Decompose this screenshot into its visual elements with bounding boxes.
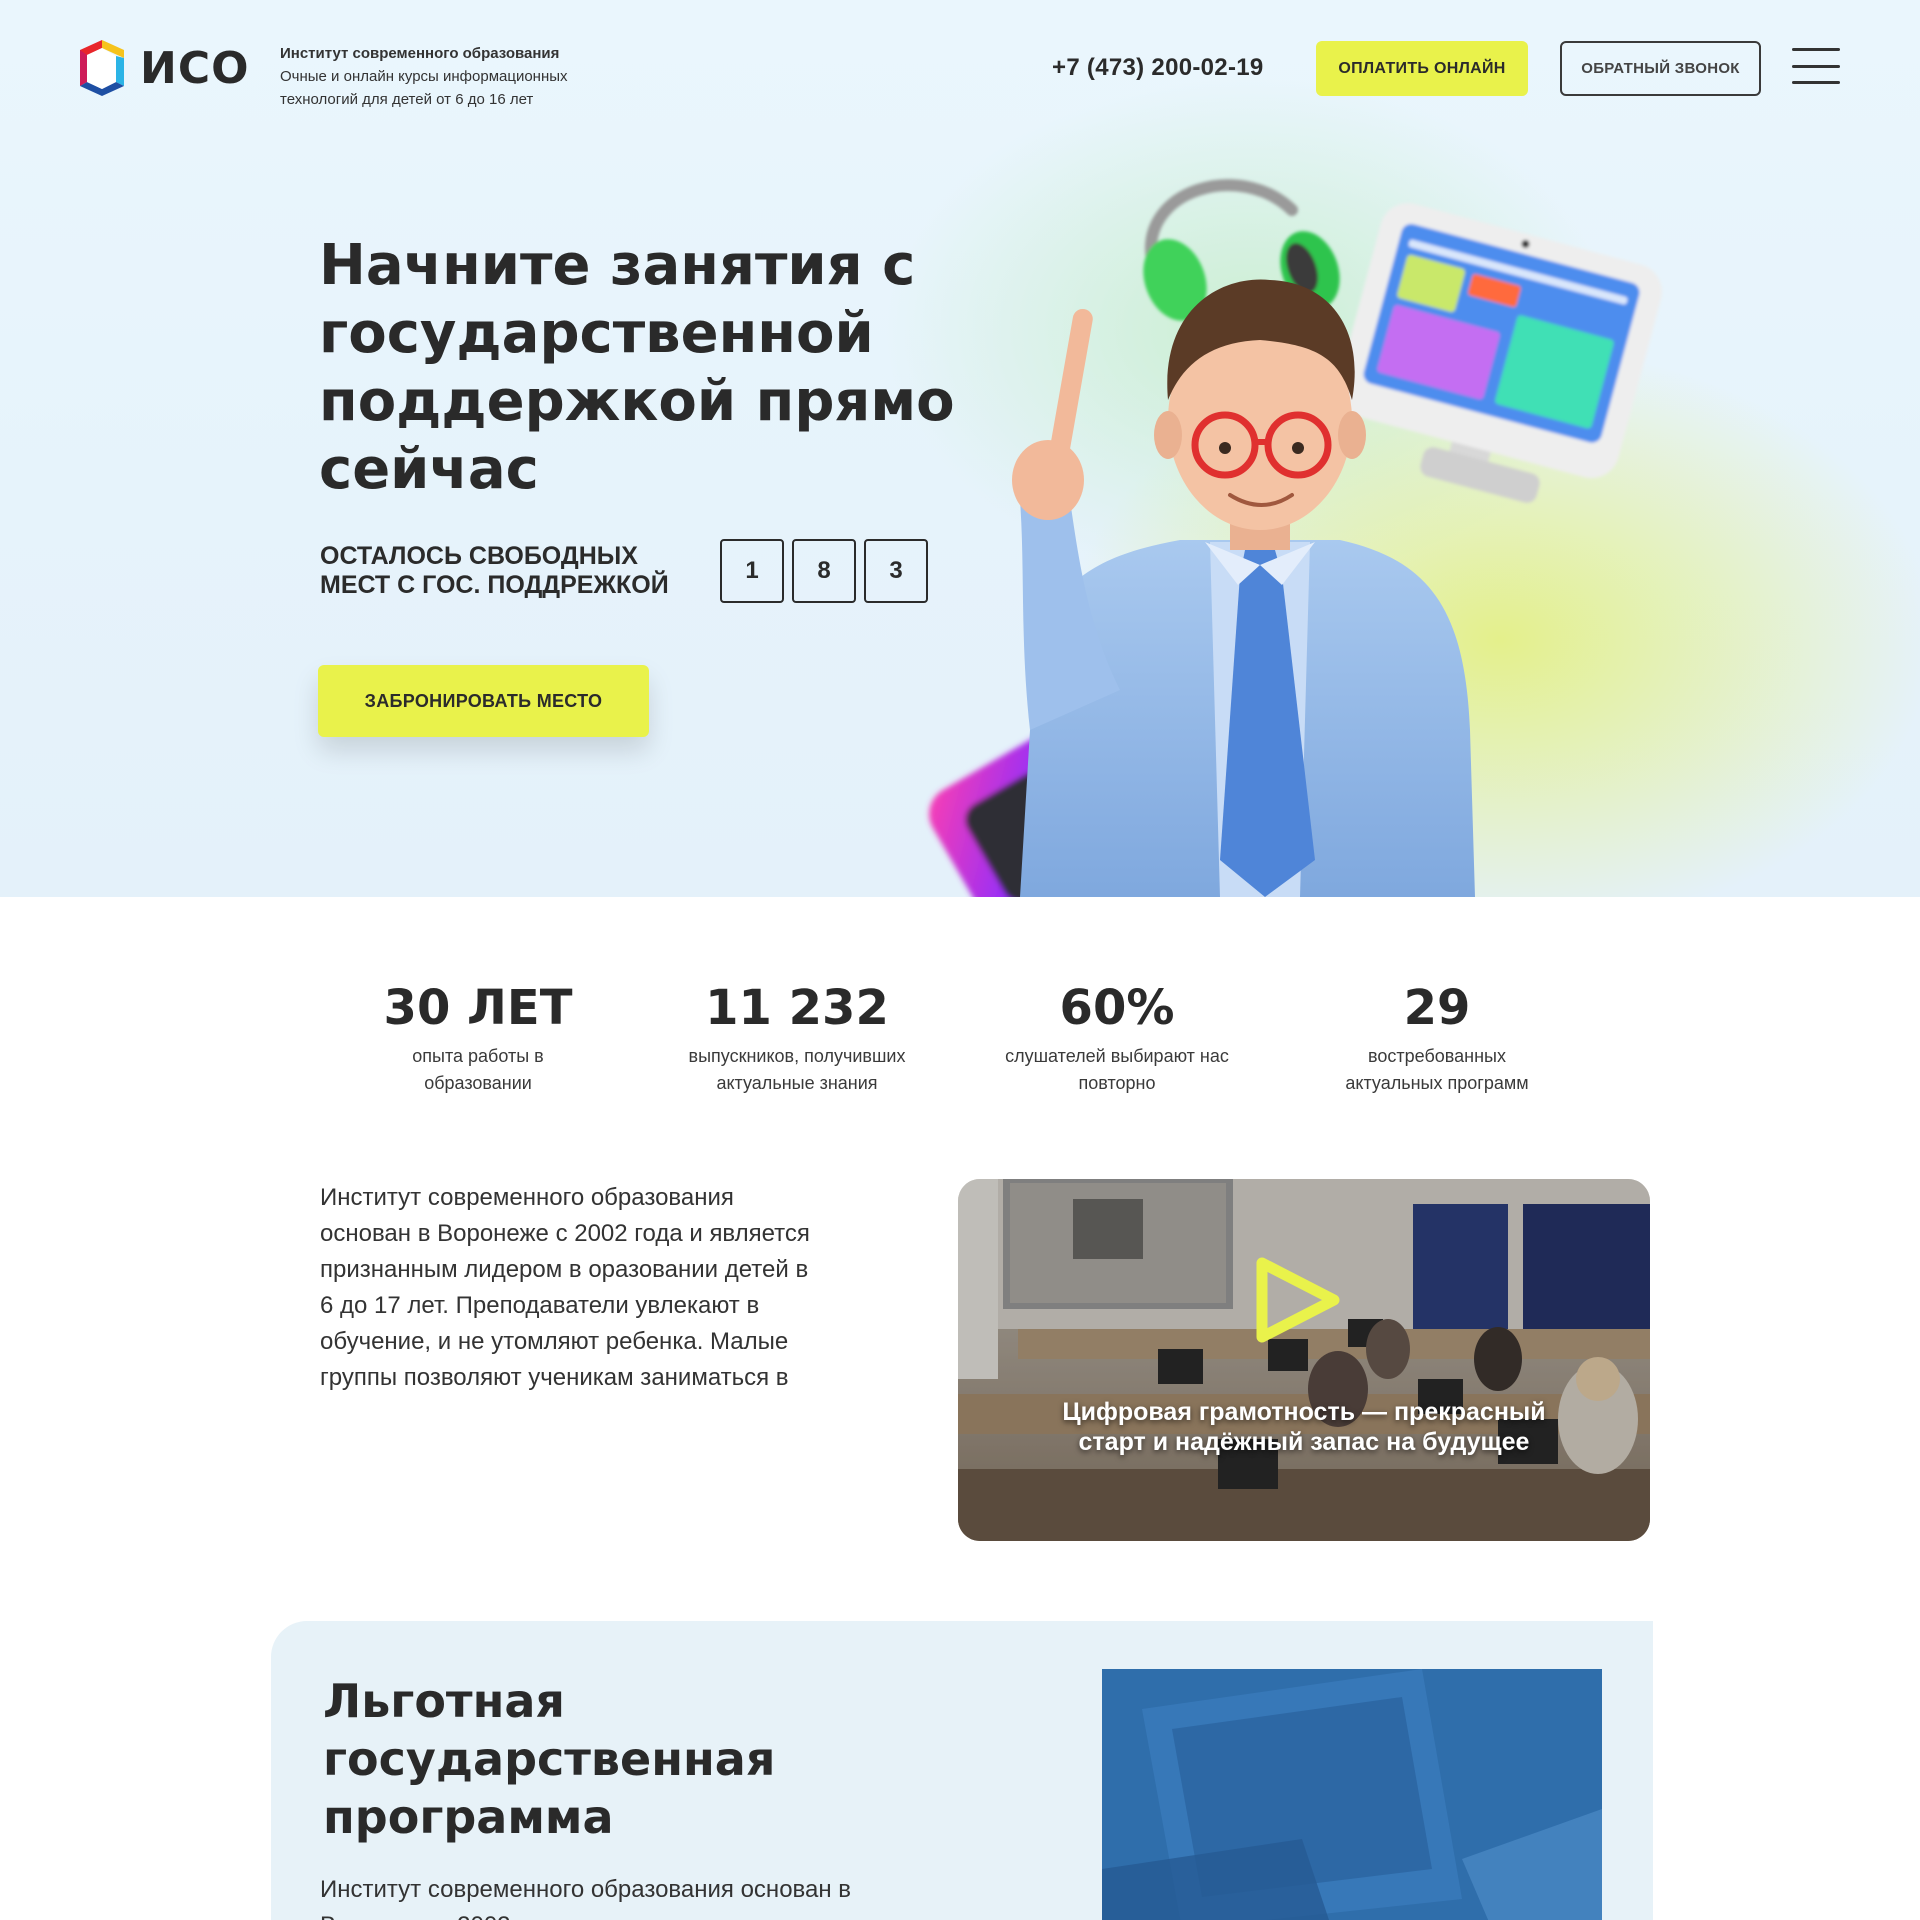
stat-caption-line: актуальные знания bbox=[716, 1073, 878, 1093]
video-caption: Цифровая грамотность — прекрасный старт … bbox=[998, 1397, 1610, 1457]
hero-section: ИСО Институт современного образования Оч… bbox=[0, 0, 1920, 897]
about-text-line: основан в Воронеже с 2002 года и являетс… bbox=[320, 1220, 810, 1247]
stat-caption-line: актуальных программ bbox=[1345, 1073, 1529, 1093]
stat-caption: слушателей выбирают нас повторно bbox=[967, 1043, 1267, 1097]
stat-item: 29 востребованных актуальных программ bbox=[1287, 975, 1587, 1097]
stat-value: 30 ЛЕТ bbox=[383, 980, 573, 1036]
logo-link[interactable]: ИСО bbox=[80, 40, 250, 96]
program-image bbox=[1102, 1669, 1602, 1920]
about-text-line: группы позволяют ученикам заниматься в bbox=[320, 1364, 789, 1391]
about-text-line: 6 до 17 лет. Преподаватели увлекают в bbox=[320, 1292, 760, 1319]
about-text-line: Институт современного образования bbox=[320, 1184, 734, 1211]
stat-caption: востребованных актуальных программ bbox=[1287, 1043, 1587, 1097]
program-title: Льготная государственная программа bbox=[323, 1672, 883, 1846]
tagline-title: Институт современного образования bbox=[280, 45, 560, 62]
stat-item: 30 ЛЕТ опыта работы в образовании bbox=[328, 975, 628, 1097]
video-caption-line: Цифровая грамотность — прекрасный bbox=[1062, 1398, 1546, 1426]
hero-title-line: Начните занятия с bbox=[319, 233, 916, 298]
play-icon[interactable] bbox=[1248, 1253, 1346, 1347]
stat-caption-line: востребованных bbox=[1368, 1046, 1506, 1066]
callback-button[interactable]: ОБРАТНЫЙ ЗВОНОК bbox=[1560, 41, 1761, 96]
hero-title: Начните занятия с государственной поддер… bbox=[319, 232, 959, 504]
pay-online-button[interactable]: ОПЛАТИТЬ ОНЛАЙН bbox=[1316, 41, 1528, 96]
hero-title-line: сейчас bbox=[319, 437, 539, 502]
stat-caption-line: повторно bbox=[1078, 1073, 1156, 1093]
stat-caption: опыта работы в образовании bbox=[328, 1043, 628, 1097]
program-title-line: государственная bbox=[323, 1732, 776, 1786]
hero-title-line: поддержкой прямо bbox=[319, 369, 955, 434]
about-text-line: признанным лидером в оразовании детей в bbox=[320, 1256, 809, 1283]
stat-item: 11 232 выпускников, получивших актуальны… bbox=[647, 975, 947, 1097]
stat-caption: выпускников, получивших актуальные знани… bbox=[647, 1043, 947, 1097]
stat-item: 60% слушателей выбирают нас повторно bbox=[967, 975, 1267, 1097]
seats-counter-digit: 8 bbox=[792, 539, 856, 603]
stat-value: 60% bbox=[1059, 980, 1175, 1036]
program-text-line: Воронеже с 2002 bbox=[320, 1908, 960, 1920]
book-seat-button[interactable]: ЗАБРОНИРОВАТЬ МЕСТО bbox=[318, 665, 649, 737]
classroom-image bbox=[958, 1179, 1650, 1541]
hero-title-line: государственной bbox=[319, 301, 874, 366]
menu-hamburger-icon[interactable] bbox=[1792, 48, 1840, 84]
seats-label-line: ОСТАЛОСЬ СВОБОДНЫХ bbox=[320, 542, 638, 570]
seats-label: ОСТАЛОСЬ СВОБОДНЫХ МЕСТ С ГОС. ПОДДРЕЖКО… bbox=[320, 542, 700, 600]
stat-caption-line: выпускников, получивших bbox=[688, 1046, 906, 1066]
seats-label-line: МЕСТ С ГОС. ПОДДРЕЖКОЙ bbox=[320, 571, 669, 599]
header-tagline: Институт современного образования Очные … bbox=[280, 42, 640, 111]
about-text: Институт современного образования основа… bbox=[320, 1180, 910, 1396]
video-caption-line: старт и надёжный запас на будущее bbox=[1078, 1428, 1530, 1456]
hero-illustration bbox=[929, 179, 1662, 897]
seats-counter-digit: 1 bbox=[720, 539, 784, 603]
program-text: Институт современного образования основа… bbox=[320, 1872, 960, 1920]
seats-counter-digit: 3 bbox=[864, 539, 928, 603]
about-text-line: обучение, и не утомляют ребенка. Малые bbox=[320, 1328, 789, 1355]
tagline-line: технологий для детей от 6 до 16 лет bbox=[280, 91, 534, 108]
stat-caption-line: опыта работы в bbox=[412, 1046, 544, 1066]
logo-text: ИСО bbox=[140, 42, 250, 94]
program-text-line: Институт современного образования основа… bbox=[320, 1876, 852, 1903]
program-title-line: программа bbox=[323, 1790, 614, 1844]
video-player[interactable]: Цифровая грамотность — прекрасный старт … bbox=[958, 1179, 1650, 1541]
program-title-line: Льготная bbox=[323, 1674, 565, 1728]
laptop-image bbox=[1102, 1669, 1602, 1920]
stat-value: 29 bbox=[1403, 980, 1471, 1036]
iso-logo-icon bbox=[80, 40, 124, 96]
stat-caption-line: слушателей выбирают нас bbox=[1005, 1046, 1229, 1066]
monitor-icon bbox=[1337, 203, 1662, 503]
stat-caption-line: образовании bbox=[424, 1073, 532, 1093]
stat-value: 11 232 bbox=[705, 980, 889, 1036]
tagline-line: Очные и онлайн курсы информационных bbox=[280, 68, 568, 85]
phone-link[interactable]: +7 (473) 200-02-19 bbox=[1052, 54, 1264, 82]
